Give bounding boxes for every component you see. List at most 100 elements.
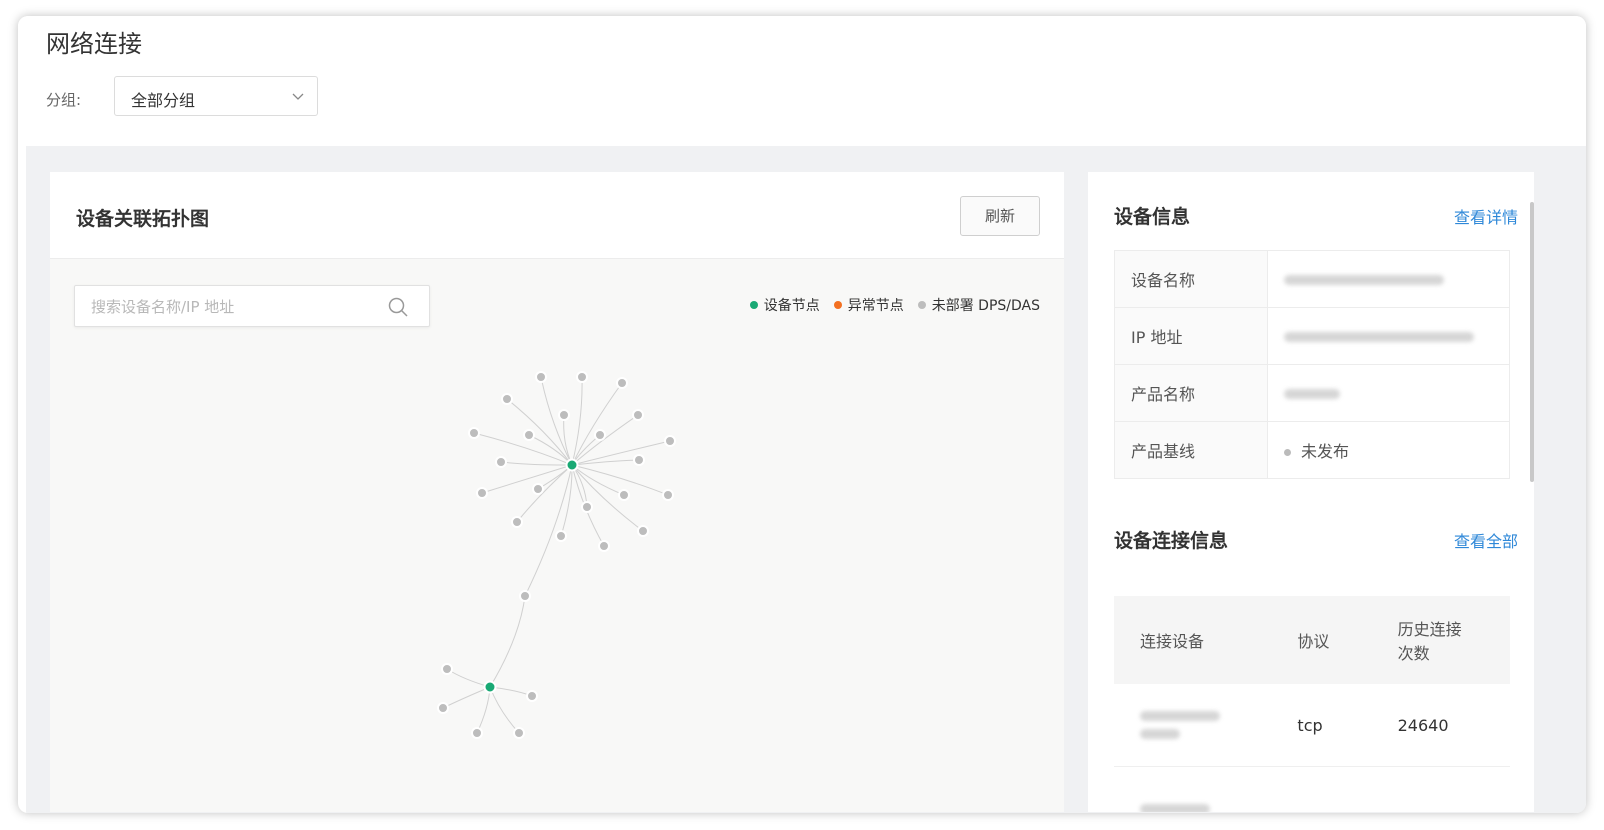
legend: 设备节点 异常节点 未部署 DPS/DAS — [749, 295, 1040, 315]
topology-edge — [571, 464, 669, 496]
undeployed-node[interactable] — [594, 429, 606, 441]
search-icon[interactable] — [387, 296, 409, 318]
ip-value — [1267, 307, 1510, 365]
redacted-value — [1140, 803, 1210, 812]
undeployed-node[interactable] — [526, 690, 538, 702]
chevron-down-icon — [292, 93, 304, 100]
redacted-value — [1284, 331, 1474, 342]
product-name-key: 产品名称 — [1114, 364, 1268, 422]
undeployed-node[interactable] — [637, 525, 649, 537]
legend-undeployed-label: 未部署 DPS/DAS — [931, 298, 1040, 314]
undeployed-node[interactable] — [495, 456, 507, 468]
connection-table-header: 连接设备 协议 历史连接 次数 — [1114, 596, 1510, 684]
info-panel: 设备信息 查看详情 设备名称 IP 地址 产品名称 产品基线 未发布 设备连接信… — [1088, 172, 1534, 812]
topology-card: 设备关联拓扑图 刷新 设备节点 — [50, 172, 1064, 812]
undeployed-node[interactable] — [471, 727, 483, 739]
topology-graph[interactable] — [50, 259, 1064, 812]
undeployed-node[interactable] — [662, 489, 674, 501]
topology-edge — [500, 461, 573, 466]
undeployed-node[interactable] — [598, 540, 610, 552]
status-dot-icon — [1284, 449, 1291, 456]
view-details-link[interactable]: 查看详情 — [1454, 204, 1518, 228]
group-filter-label: 分组: — [46, 91, 82, 109]
legend-item-abnormal: 异常节点 — [833, 295, 904, 315]
undeployed-node[interactable] — [532, 483, 544, 495]
redacted-value — [1284, 274, 1444, 285]
topology-edge — [473, 432, 573, 466]
device-info-table: 设备名称 IP 地址 产品名称 产品基线 未发布 — [1114, 250, 1510, 479]
ip-row: IP 地址 — [1114, 307, 1510, 365]
topology-edge — [506, 398, 573, 466]
page-header: 网络连接 分组: 全部分组 — [18, 16, 1586, 152]
topology-edge — [489, 686, 520, 734]
device-name-key: 设备名称 — [1114, 250, 1268, 308]
table-row[interactable]: tcp 24640 — [1114, 684, 1510, 767]
product-name-value — [1267, 364, 1510, 422]
undeployed-node[interactable] — [476, 487, 488, 499]
undeployed-node[interactable] — [523, 429, 535, 441]
undeployed-node[interactable] — [632, 409, 644, 421]
undeployed-node[interactable] — [437, 702, 449, 714]
device-name-row: 设备名称 — [1114, 250, 1510, 308]
connected-device-cell — [1114, 684, 1272, 767]
view-all-link[interactable]: 查看全部 — [1454, 528, 1518, 552]
legend-undeployed-dot-icon — [917, 301, 926, 309]
protocol-cell: tcp — [1271, 684, 1372, 767]
col-protocol: 协议 — [1271, 596, 1372, 684]
topology-header: 设备关联拓扑图 刷新 — [50, 172, 1064, 259]
undeployed-node[interactable] — [576, 371, 588, 383]
connection-table: 连接设备 协议 历史连接 次数 tcp 24640 — [1114, 596, 1510, 812]
col-history-count: 历史连接 次数 — [1371, 596, 1510, 684]
topology-edge — [446, 668, 491, 688]
device-name-value — [1267, 250, 1510, 308]
undeployed-node[interactable] — [513, 727, 525, 739]
topology-edge — [442, 686, 491, 709]
redacted-value — [1284, 388, 1340, 399]
topology-canvas[interactable]: 设备节点 异常节点 未部署 DPS/DAS — [50, 259, 1064, 812]
content-area: 设备关联拓扑图 刷新 设备节点 — [26, 146, 1586, 813]
undeployed-node[interactable] — [558, 409, 570, 421]
group-select-value: 全部分组 — [131, 91, 196, 110]
undeployed-node[interactable] — [441, 663, 453, 675]
legend-device-label: 设备节点 — [763, 298, 820, 314]
legend-item-device: 设备节点 — [749, 295, 820, 315]
refresh-button[interactable]: 刷新 — [960, 196, 1040, 236]
redacted-value — [1140, 729, 1180, 739]
product-name-row: 产品名称 — [1114, 364, 1510, 422]
scrollbar[interactable] — [1530, 202, 1534, 482]
undeployed-node[interactable] — [511, 516, 523, 528]
legend-abnormal-dot-icon — [833, 301, 842, 309]
topology-edge — [524, 464, 573, 597]
search-box[interactable] — [74, 285, 430, 328]
search-input[interactable] — [89, 286, 373, 328]
product-baseline-row: 产品基线 未发布 — [1114, 421, 1510, 479]
undeployed-node[interactable] — [633, 454, 645, 466]
page-title: 网络连接 — [46, 30, 142, 58]
undeployed-node[interactable] — [618, 489, 630, 501]
topology-edge — [489, 595, 526, 688]
group-select[interactable]: 全部分组 — [114, 76, 318, 116]
undeployed-node[interactable] — [581, 501, 593, 513]
count-cell: 24640 — [1371, 684, 1510, 767]
product-baseline-value: 未发布 — [1267, 421, 1510, 479]
undeployed-node[interactable] — [616, 377, 628, 389]
table-row[interactable] — [1114, 766, 1510, 812]
device-node[interactable] — [565, 458, 579, 472]
undeployed-node[interactable] — [468, 427, 480, 439]
topology-edge — [476, 686, 491, 734]
topology-edge — [571, 414, 639, 466]
device-info-title: 设备信息 — [1114, 206, 1191, 228]
device-node[interactable] — [483, 680, 497, 694]
legend-device-dot-icon — [749, 301, 758, 309]
undeployed-node[interactable] — [555, 530, 567, 542]
app-window: 网络连接 分组: 全部分组 设备关联拓扑图 刷新 搜索设备名称/IP 地址 设备… — [18, 16, 1586, 813]
undeployed-node[interactable] — [501, 393, 513, 405]
topology-title: 设备关联拓扑图 — [76, 208, 210, 230]
undeployed-node[interactable] — [664, 435, 676, 447]
undeployed-node[interactable] — [519, 590, 531, 602]
topology-edge — [571, 376, 583, 466]
ip-key: IP 地址 — [1114, 307, 1268, 365]
undeployed-node[interactable] — [535, 371, 547, 383]
connection-info-title: 设备连接信息 — [1114, 530, 1229, 552]
topology-edge — [481, 464, 573, 494]
